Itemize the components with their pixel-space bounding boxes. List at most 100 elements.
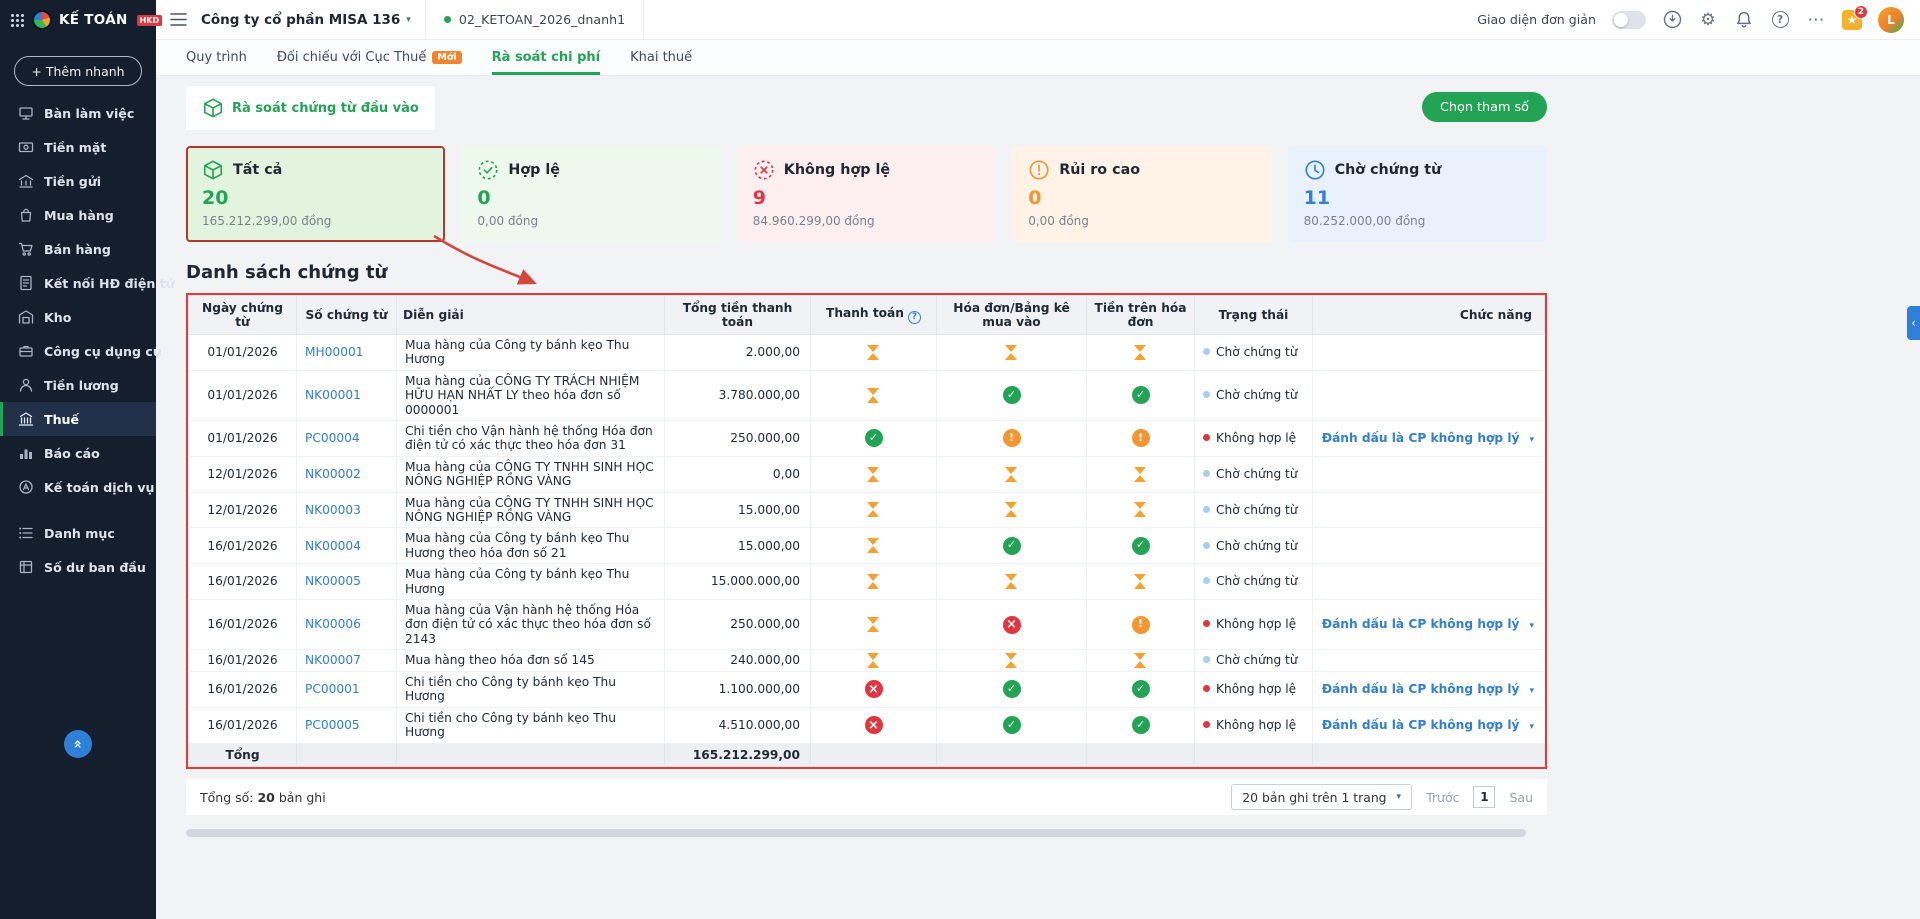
- table-row: 12/01/2026 NK00003 Mua hàng của CÔNG TY …: [189, 492, 1545, 528]
- document-link[interactable]: PC00004: [305, 431, 360, 445]
- sidebar-item-tien-mat[interactable]: Tiền mặt: [0, 130, 156, 164]
- help-question-icon[interactable]: ?: [908, 311, 921, 324]
- caret-down-icon[interactable]: ▾: [1529, 435, 1534, 445]
- choose-parameters-button[interactable]: Chọn tham số: [1422, 92, 1547, 122]
- package-icon: [202, 97, 224, 119]
- pagination-bar: Tổng số: 20 bản ghi 20 bản ghi trên 1 tr…: [186, 779, 1547, 815]
- hourglass-icon: [1005, 467, 1018, 482]
- document-link[interactable]: NK00006: [305, 617, 361, 631]
- hourglass-icon: [867, 617, 880, 632]
- sidebar-item-tien-luong[interactable]: Tiền lương: [0, 368, 156, 402]
- sidebar-item-mua-hang[interactable]: Mua hàng: [0, 198, 156, 232]
- prev-page-button[interactable]: Trước: [1426, 790, 1459, 805]
- right-panel-toggle[interactable]: ‹: [1907, 306, 1920, 340]
- tab-doi-chieu-cuc-thue[interactable]: Đối chiếu với Cục Thuế Mới: [277, 40, 462, 75]
- card-amount: 165.212.299,00 đồng: [202, 214, 429, 228]
- hourglass-icon: [1134, 502, 1147, 517]
- chevron-down-icon: ▾: [406, 15, 411, 25]
- card-amount: 0,00 đồng: [477, 214, 704, 228]
- col-tong-tien: Tổng tiền thanh toán: [665, 296, 811, 335]
- sidebar-item-cong-cu-dung-cu[interactable]: Công cụ dụng cụ: [0, 334, 156, 368]
- sidebar-item-ban-lam-viec[interactable]: Bàn làm việc: [0, 96, 156, 130]
- green-dot-icon: [444, 16, 451, 23]
- page-size-select[interactable]: 20 bản ghi trên 1 trang ▾: [1231, 784, 1412, 810]
- card-khong-hop-le[interactable]: Không hợp lệ 9 84.960.299,00 đồng: [737, 146, 996, 242]
- caret-down-icon[interactable]: ▾: [1529, 722, 1534, 732]
- mark-invalid-expense-link[interactable]: Đánh dấu là CP không hợp lý: [1322, 617, 1520, 631]
- sidebar-item-bao-cao[interactable]: Báo cáo: [0, 436, 156, 470]
- tab-quy-trinh[interactable]: Quy trình: [186, 40, 247, 75]
- e-invoice-icon: [18, 275, 34, 291]
- bell-icon[interactable]: [1734, 10, 1754, 30]
- table-row: 16/01/2026 NK00004 Mua hàng của Công ty …: [189, 528, 1545, 564]
- app-launcher-icon[interactable]: [10, 13, 25, 28]
- sidebar-item-tien-gui[interactable]: Tiền gửi: [0, 164, 156, 198]
- mark-invalid-expense-link[interactable]: Đánh dấu là CP không hợp lý: [1322, 431, 1520, 445]
- check-icon: [865, 429, 883, 447]
- col-thanh-toan: Thanh toán?: [811, 296, 937, 335]
- card-count: 11: [1304, 187, 1531, 209]
- caret-down-icon[interactable]: ▾: [1529, 621, 1534, 631]
- card-cho-chung-tu[interactable]: Chờ chứng từ 11 80.252.000,00 đồng: [1288, 146, 1547, 242]
- more-icon[interactable]: ⋯: [1806, 10, 1826, 30]
- status-label: Không hợp lệ: [1216, 718, 1296, 732]
- document-link[interactable]: PC00005: [305, 718, 360, 732]
- document-link[interactable]: NK00004: [305, 539, 361, 553]
- card-tat-ca[interactable]: Tất cả 20 165.212.299,00 đồng: [186, 146, 445, 242]
- tab-ra-soat-chi-phi[interactable]: Rà soát chi phí: [492, 40, 600, 75]
- mark-invalid-expense-link[interactable]: Đánh dấu là CP không hợp lý: [1322, 718, 1520, 732]
- sidebar-item-danh-muc[interactable]: Danh mục: [0, 516, 156, 550]
- sidebar-item-thue[interactable]: Thuế: [0, 402, 156, 436]
- sidebar-item-ke-toan-dich-vu[interactable]: Kế toán dịch vụ: [0, 470, 156, 504]
- session-tab[interactable]: 02_KETOAN_2026_dnanh1: [425, 0, 644, 40]
- tab-khai-thue[interactable]: Khai thuế: [630, 40, 692, 75]
- caret-down-icon[interactable]: ▾: [1529, 686, 1534, 696]
- next-page-button[interactable]: Sau: [1509, 790, 1533, 805]
- status-dot-icon: [1203, 542, 1210, 549]
- payroll-icon: [18, 377, 34, 393]
- mark-invalid-expense-link[interactable]: Đánh dấu là CP không hợp lý: [1322, 682, 1520, 696]
- gear-icon[interactable]: ⚙: [1698, 10, 1718, 30]
- document-link[interactable]: NK00001: [305, 388, 361, 402]
- table-row: 01/01/2026 NK00001 Mua hàng của CÔNG TY …: [189, 370, 1545, 420]
- document-link[interactable]: MH00001: [305, 345, 363, 359]
- warehouse-icon: [18, 309, 34, 325]
- app-title: KẾ TOÁN: [59, 12, 128, 28]
- document-link[interactable]: NK00007: [305, 653, 361, 667]
- misa-logo-icon: [32, 10, 52, 30]
- menu-icon[interactable]: [170, 12, 187, 27]
- card-count: 9: [753, 187, 980, 209]
- content-area: Rà soát chứng từ đầu vào Chọn tham số Tấ…: [156, 76, 1920, 919]
- error-icon: [865, 680, 883, 698]
- total-amount: 165.212.299,00: [665, 743, 811, 766]
- sidebar-item-ket-noi-hd-dien-tu[interactable]: Kết nối HĐ điện tử: [0, 266, 156, 300]
- download-icon[interactable]: [1662, 10, 1682, 30]
- document-link[interactable]: NK00005: [305, 574, 361, 588]
- promotions-icon[interactable]: ★ 2: [1842, 10, 1862, 30]
- avatar[interactable]: L: [1878, 7, 1904, 33]
- status-dot-icon: [1203, 656, 1210, 663]
- sidebar-item-ban-hang[interactable]: Bán hàng: [0, 232, 156, 266]
- horizontal-scrollbar[interactable]: [186, 829, 1526, 837]
- sidebar-item-so-du-ban-dau[interactable]: Số dư ban đầu: [0, 550, 156, 584]
- document-link[interactable]: NK00002: [305, 467, 361, 481]
- hourglass-icon: [1005, 574, 1018, 589]
- document-link[interactable]: NK00003: [305, 503, 361, 517]
- col-trang-thai: Trạng thái: [1195, 296, 1313, 335]
- table-row: 16/01/2026 PC00005 Chi tiền cho Công ty …: [189, 707, 1545, 743]
- card-hop-le[interactable]: Hợp lệ 0 0,00 đồng: [461, 146, 720, 242]
- company-selector[interactable]: Công ty cổ phần MISA 136 ▾: [201, 12, 411, 28]
- simple-ui-toggle[interactable]: [1612, 11, 1646, 29]
- table-row: 16/01/2026 NK00006 Mua hàng của Vận hành…: [189, 599, 1545, 649]
- subtab-ra-soat-chung-tu-dau-vao[interactable]: Rà soát chứng từ đầu vào: [186, 86, 435, 130]
- current-page-button[interactable]: 1: [1473, 786, 1495, 808]
- sidebar-item-kho[interactable]: Kho: [0, 300, 156, 334]
- card-rui-ro-cao[interactable]: Rủi ro cao 0 0,00 đồng: [1012, 146, 1271, 242]
- sidebar-collapse-button[interactable]: «: [64, 730, 92, 758]
- document-link[interactable]: PC00001: [305, 682, 360, 696]
- check-icon: [1003, 680, 1021, 698]
- help-icon[interactable]: ?: [1770, 10, 1790, 30]
- status-dot-icon: [1203, 506, 1210, 513]
- quick-add-button[interactable]: + Thêm nhanh: [14, 56, 142, 86]
- collapse-up-icon: «: [70, 739, 86, 748]
